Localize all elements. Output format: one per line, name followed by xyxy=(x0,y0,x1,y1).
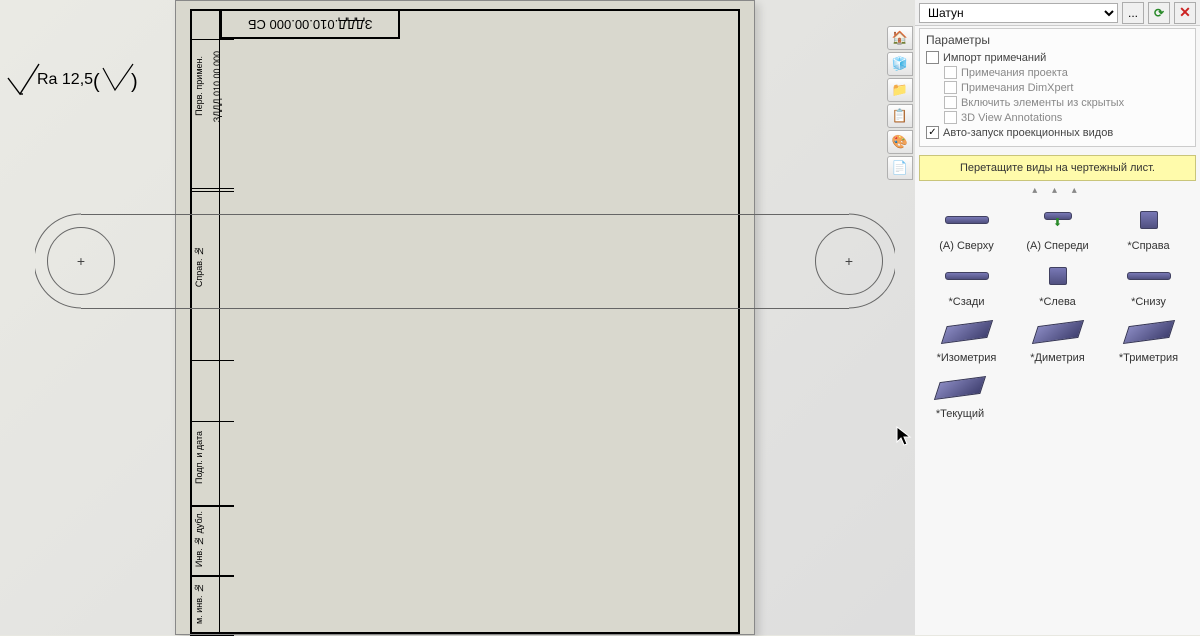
mouse-cursor-icon xyxy=(895,425,913,452)
view-bottom[interactable]: *Снизу xyxy=(1105,260,1192,308)
clipboard-icon: 📋 xyxy=(892,108,908,124)
tab-sheet[interactable]: 📄 xyxy=(887,156,913,180)
title-block-text: ЗДДД.010.00.000 СБ xyxy=(248,17,372,32)
cube-icon: 🧊 xyxy=(892,56,908,72)
thumb-bar-icon xyxy=(1127,272,1171,280)
check-autostart-views[interactable]: Авто-запуск проекционных видов xyxy=(926,125,1189,140)
tab-appearance[interactable]: 🎨 xyxy=(887,130,913,154)
ellipsis-icon: ... xyxy=(1128,6,1138,20)
label-inv-dubl: Инв. № дубл. xyxy=(194,511,204,567)
hole-right: + xyxy=(815,227,883,295)
thumb-square-icon xyxy=(1140,211,1158,229)
check-project-notes[interactable]: Примечания проекта xyxy=(926,65,1189,80)
view-front[interactable]: ⬇(А) Спереди xyxy=(1014,204,1101,252)
view-right[interactable]: *Справа xyxy=(1105,204,1192,252)
refresh-button[interactable]: ⟳ xyxy=(1148,2,1170,24)
view-trimetric[interactable]: *Триметрия xyxy=(1105,316,1192,364)
surface-finish-symbol: Ra 12,5 ( ) xyxy=(5,60,140,98)
view-back[interactable]: *Сзади xyxy=(923,260,1010,308)
standard-views-grid: (А) Сверху ⬇(А) Спереди *Справа *Сзади *… xyxy=(915,196,1200,372)
refresh-icon: ⟳ xyxy=(1154,6,1164,20)
side-tab-strip: 🏠 🧊 📁 📋 🎨 📄 xyxy=(887,26,915,180)
checkbox-icon xyxy=(944,66,957,79)
drawing-canvas[interactable]: ЗДДД.010.00.000 СБ Перв. примен. ЗДДД.01… xyxy=(0,0,915,635)
checkbox-checked-icon xyxy=(926,126,939,139)
thumb-iso-icon xyxy=(940,320,992,344)
thumb-iso-icon xyxy=(1031,320,1083,344)
thumb-iso-icon xyxy=(934,376,986,400)
thumb-iso-icon xyxy=(1122,320,1174,344)
sheet-frame xyxy=(190,9,740,634)
view-isometric[interactable]: *Изометрия xyxy=(923,316,1010,364)
tab-home[interactable]: 🏠 xyxy=(887,26,913,50)
tab-file[interactable]: 📁 xyxy=(887,78,913,102)
arrow-down-icon: ⬇ xyxy=(1053,216,1062,229)
svg-text:(: ( xyxy=(93,71,100,93)
label-code: ЗДДД.010.00.000 xyxy=(212,51,222,122)
panel-grip-icon[interactable]: ▴ ▴ ▴ xyxy=(915,185,1200,196)
cross-icon: + xyxy=(845,253,853,269)
title-block: ЗДДД.010.00.000 СБ xyxy=(220,9,400,39)
label-perv-primen: Перв. примен. xyxy=(194,56,204,116)
view-current[interactable]: *Текущий xyxy=(931,372,989,420)
thumb-bar-icon xyxy=(945,216,989,224)
drag-hint-banner: Перетащите виды на чертежный лист. xyxy=(919,155,1196,181)
model-preview-outline[interactable]: + + xyxy=(35,212,895,310)
label-inv-n: м. инв. № xyxy=(194,583,204,624)
close-button[interactable]: ✕ xyxy=(1174,2,1196,24)
model-dropdown[interactable]: Шатун xyxy=(919,3,1118,23)
tab-feature[interactable]: 🧊 xyxy=(887,52,913,76)
model-selector-row: Шатун ... ⟳ ✕ xyxy=(915,0,1200,26)
cross-icon: + xyxy=(77,253,85,269)
ra-text: Ra 12,5 xyxy=(37,71,93,88)
check-hidden-features[interactable]: Включить элементы из скрытых xyxy=(926,95,1189,110)
tab-clipboard[interactable]: 📋 xyxy=(887,104,913,128)
outline-top xyxy=(81,214,849,215)
drawing-sheet[interactable]: ЗДДД.010.00.000 СБ Перв. примен. ЗДДД.01… xyxy=(175,0,755,635)
check-dimxpert-notes[interactable]: Примечания DimXpert xyxy=(926,80,1189,95)
checkbox-icon xyxy=(944,111,957,124)
current-view-row: *Текущий xyxy=(915,372,1200,420)
parameters-title: Параметры xyxy=(926,33,1189,47)
view-palette-panel: 🏠 🧊 📁 📋 🎨 📄 Шатун ... ⟳ ✕ Параметры Импо… xyxy=(915,0,1200,635)
document-icon: 📄 xyxy=(892,160,908,176)
checkbox-icon xyxy=(926,51,939,64)
outline-bottom xyxy=(81,308,849,309)
browse-button[interactable]: ... xyxy=(1122,2,1144,24)
thumb-square-icon xyxy=(1049,267,1067,285)
check-3d-annotations[interactable]: 3D View Annotations xyxy=(926,110,1189,125)
view-dimetric[interactable]: *Диметрия xyxy=(1014,316,1101,364)
hole-left: + xyxy=(47,227,115,295)
view-top[interactable]: (А) Сверху xyxy=(923,204,1010,252)
view-left[interactable]: *Слева xyxy=(1014,260,1101,308)
thumb-bar-icon xyxy=(945,272,989,280)
label-podp-data: Подп. и дата xyxy=(194,431,204,484)
folder-icon: 📁 xyxy=(892,82,908,98)
checkbox-icon xyxy=(944,81,957,94)
close-icon: ✕ xyxy=(1179,4,1191,21)
palette-icon: 🎨 xyxy=(892,134,908,150)
parameters-group: Параметры Импорт примечаний Примечания п… xyxy=(919,28,1196,147)
home-icon: 🏠 xyxy=(892,30,908,46)
svg-text:): ) xyxy=(131,71,138,93)
checkbox-icon xyxy=(944,96,957,109)
check-import-notes[interactable]: Импорт примечаний xyxy=(926,50,1189,65)
